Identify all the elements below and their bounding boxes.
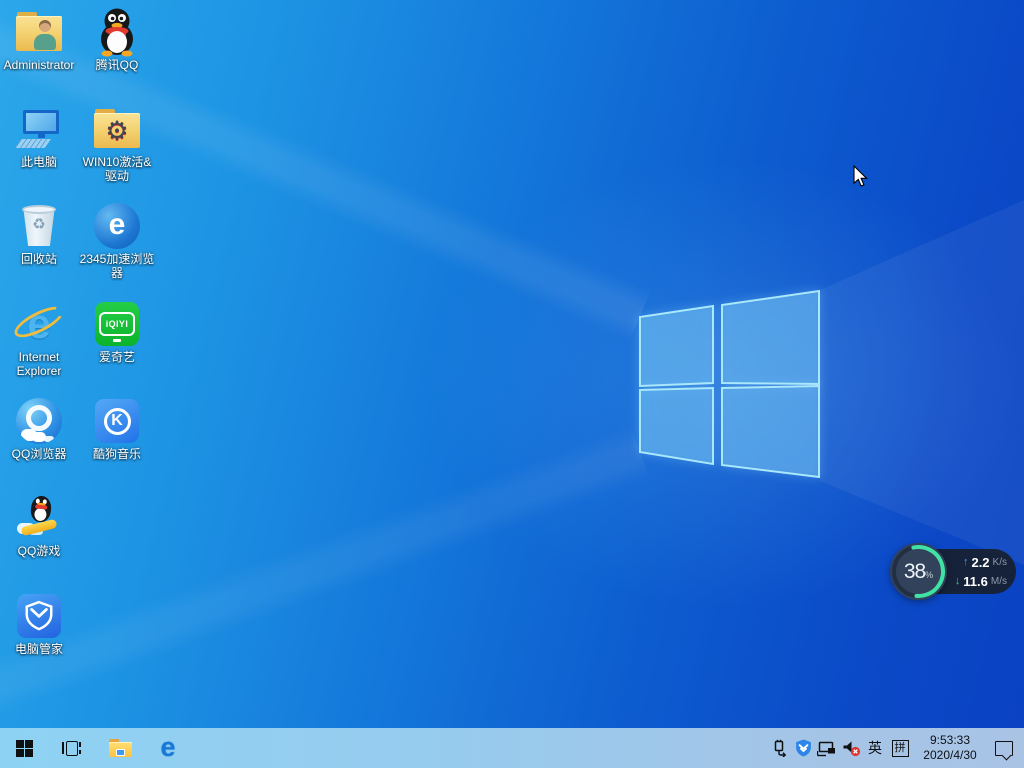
desktop-icon-this-pc[interactable]: 此电脑 xyxy=(1,105,77,169)
edge-browser-button[interactable]: e xyxy=(144,728,192,768)
file-explorer-icon xyxy=(109,739,132,757)
desktop-icon-label: 2345加速浏览器 xyxy=(79,252,155,280)
action-center-button[interactable] xyxy=(987,728,1021,768)
desktop-icon-administrator[interactable]: Administrator xyxy=(1,8,77,72)
kugou-music-icon: K xyxy=(93,397,141,445)
windows-logo-wallpaper xyxy=(600,260,860,510)
upload-speed-unit: K/s xyxy=(993,557,1007,568)
administrator-folder-icon xyxy=(15,8,63,56)
desktop-icon-internet-explorer[interactable]: e Internet Explorer xyxy=(1,300,77,378)
system-tray: 英 拼 9:53:33 2020/4/30 xyxy=(767,728,1024,768)
desktop-icon-label: 此电脑 xyxy=(1,155,77,169)
qq-browser-icon xyxy=(15,397,63,445)
desktop-icon-kugou-music[interactable]: K 酷狗音乐 xyxy=(79,397,155,461)
download-speed-value: 11.6 xyxy=(963,574,988,589)
this-pc-icon xyxy=(15,105,63,153)
desktop-icon-pc-manager[interactable]: 电脑管家 xyxy=(1,592,77,656)
desktop-icon-recycle-bin[interactable]: ♻ 回收站 xyxy=(1,202,77,266)
recycle-symbol-icon: ♻ xyxy=(32,215,45,233)
desktop-icon-2345-browser[interactable]: e 2345加速浏览器 xyxy=(79,202,155,280)
clock-date: 2020/4/30 xyxy=(923,748,976,763)
desktop-icon-label: QQ浏览器 xyxy=(1,447,77,461)
desktop-icon-label: 爱奇艺 xyxy=(79,350,155,364)
usage-percent-dial[interactable]: 38% xyxy=(890,543,947,600)
pinyin-badge: 拼 xyxy=(892,740,909,757)
desktop-icon-iqiyi[interactable]: iQIYI 爱奇艺 xyxy=(79,300,155,364)
activation-folder-gear-icon: ⚙ xyxy=(93,105,141,153)
clock-time: 9:53:33 xyxy=(930,733,970,748)
pc-manager-icon xyxy=(15,592,63,640)
desktop-icon-label: 腾讯QQ xyxy=(79,58,155,72)
upload-speed-value: 2.2 xyxy=(971,555,989,570)
desktop-icon-qq-games[interactable]: QQ游戏 xyxy=(1,494,77,558)
desktop-icon-label: QQ游戏 xyxy=(1,544,77,558)
edge-icon: e xyxy=(160,734,175,761)
desktop-icon-win10-activation[interactable]: ⚙ WIN10激活&驱动 xyxy=(79,105,155,183)
pc-manager-tray-button[interactable] xyxy=(791,728,815,768)
start-button[interactable] xyxy=(0,728,48,768)
desktop-icon-label: 酷狗音乐 xyxy=(79,447,155,461)
taskbar: e xyxy=(0,728,1024,768)
desktop-icon-tencent-qq[interactable]: 腾讯QQ xyxy=(79,8,155,72)
iqiyi-icon: iQIYI xyxy=(93,300,141,348)
net-speed-widget[interactable]: ↑ 2.2 K/s ↓ 11.6 M/s 38% xyxy=(890,543,1018,601)
2345-browser-icon: e xyxy=(93,202,141,250)
desktop-icon-label: Administrator xyxy=(1,58,77,72)
desktop[interactable]: Administrator 腾讯QQ 此电脑 xyxy=(0,0,1024,768)
desktop-icon-qq-browser[interactable]: QQ浏览器 xyxy=(1,397,77,461)
shield-icon xyxy=(795,739,812,757)
desktop-icon-label: 回收站 xyxy=(1,252,77,266)
qq-penguin-icon xyxy=(93,8,141,56)
action-center-icon xyxy=(995,741,1013,756)
network-tray-button[interactable] xyxy=(815,728,839,768)
mouse-cursor xyxy=(853,165,869,188)
desktop-icon-label: 电脑管家 xyxy=(1,642,77,656)
file-explorer-button[interactable] xyxy=(96,728,144,768)
taskbar-clock[interactable]: 9:53:33 2020/4/30 xyxy=(913,733,987,763)
upload-arrow-icon: ↑ xyxy=(963,557,969,568)
ime-pinyin-indicator[interactable]: 拼 xyxy=(887,728,913,768)
recycle-bin-icon: ♻ xyxy=(15,202,63,250)
task-view-button[interactable] xyxy=(48,728,96,768)
gear-icon: ⚙ xyxy=(105,115,128,146)
usb-icon xyxy=(771,739,788,757)
download-arrow-icon: ↓ xyxy=(955,576,961,587)
download-speed-unit: M/s xyxy=(991,576,1007,587)
ime-language-indicator[interactable]: 英 xyxy=(863,728,887,768)
volume-tray-button[interactable] xyxy=(839,728,863,768)
windows-start-icon xyxy=(16,740,33,757)
qq-games-icon xyxy=(15,494,63,542)
usb-tray-button[interactable] xyxy=(767,728,791,768)
desktop-icon-label: WIN10激活&驱动 xyxy=(79,155,155,183)
speaker-muted-icon xyxy=(842,740,861,757)
desktop-icon-label: Internet Explorer xyxy=(1,350,77,378)
ethernet-network-icon xyxy=(817,740,837,757)
wallpaper-beam xyxy=(0,426,650,756)
task-view-icon xyxy=(62,741,82,756)
internet-explorer-icon: e xyxy=(15,300,63,348)
usage-percent: 38% xyxy=(890,543,947,600)
